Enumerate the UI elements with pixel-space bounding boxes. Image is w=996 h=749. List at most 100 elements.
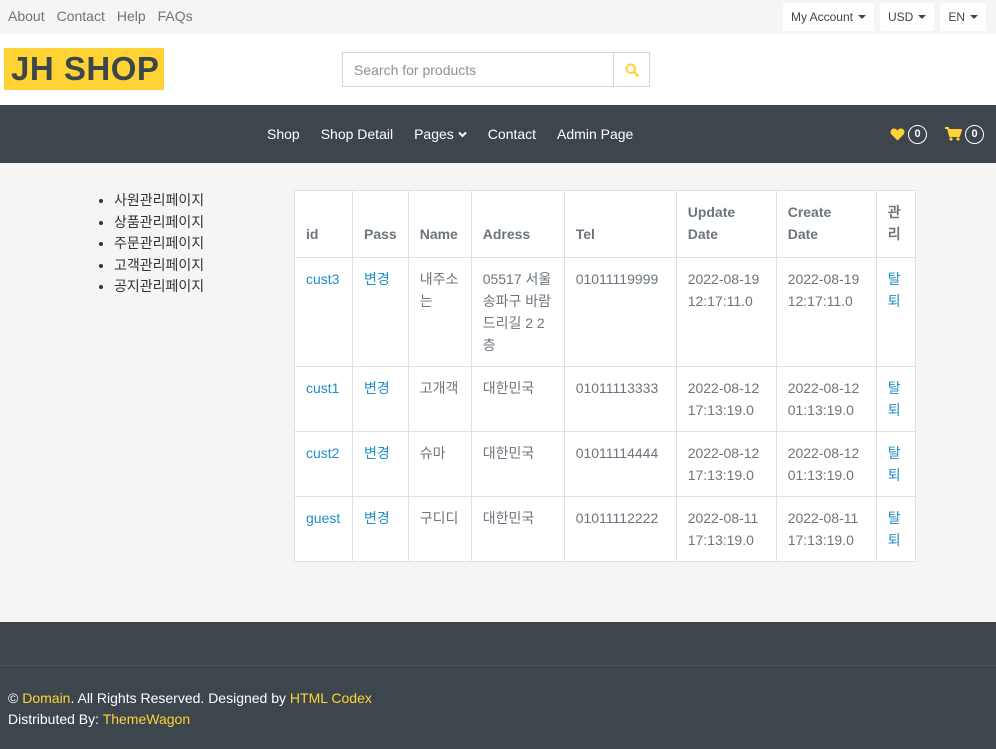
copyright-symbol: © [8,690,19,706]
cart-count-badge: 0 [965,124,984,144]
col-header-tel: Tel [563,190,677,258]
create-date: 2022-08-12 01:13:19.0 [775,366,877,432]
withdraw-link[interactable]: 탈퇴 [875,496,916,562]
update-date: 2022-08-12 17:13:19.0 [675,366,777,432]
customer-address: 대한민국 [470,431,565,497]
customer-tel: 01011119999 [563,257,677,367]
help-link[interactable]: Help [117,8,146,24]
faqs-link[interactable]: FAQs [158,8,193,24]
footer-line-2: Distributed By: ThemeWagon [8,709,372,730]
customer-table: id Pass Name Adress Tel Update Date Crea… [294,190,916,562]
admin-sidebar: 사원관리페이지 상품관리페이지 주문관리페이지 고객관리페이지 공지관리페이지 [96,190,204,298]
top-bar: About Contact Help FAQs My Account USD E… [0,0,996,34]
table-row: cust2 변경 슈마 대한민국 01011114444 2022-08-12 … [294,431,916,497]
nav-icons: 0 0 [890,105,984,163]
my-account-label: My Account [790,10,853,24]
nav-shop-detail[interactable]: Shop Detail [321,126,393,142]
create-date: 2022-08-11 17:13:19.0 [775,496,877,562]
customer-id-link[interactable]: guest [294,496,353,562]
change-password-link[interactable]: 변경 [352,257,409,367]
language-label: EN [948,10,965,24]
nav-admin-page[interactable]: Admin Page [557,126,633,142]
customer-id-link[interactable]: cust3 [294,257,353,367]
col-header-pass: Pass [352,190,409,258]
create-date: 2022-08-12 01:13:19.0 [775,431,877,497]
caret-down-icon [857,15,866,19]
customer-address: 대한민국 [470,366,565,432]
customer-id-link[interactable]: cust2 [294,431,353,497]
footer-line-1: © Domain. All Rights Reserved. Designed … [8,688,372,709]
table-header-row: id Pass Name Adress Tel Update Date Crea… [294,190,916,258]
shop-logo[interactable]: JH SHOP [4,48,164,90]
withdraw-link[interactable]: 탈퇴 [875,366,916,432]
sidebar-item-employee[interactable]: 사원관리페이지 [114,190,204,212]
col-header-id: id [294,190,353,258]
update-date: 2022-08-19 12:17:11.0 [675,257,777,367]
footer: © Domain. All Rights Reserved. Designed … [0,622,996,749]
customer-name: 구디디 [407,496,472,562]
domain-link[interactable]: Domain [22,690,70,706]
search-form [342,52,650,87]
distributed-text: Distributed By: [8,711,100,727]
themewagon-link[interactable]: ThemeWagon [103,711,190,727]
col-header-update-date: Update Date [675,190,777,258]
col-header-address: Adress [470,190,565,258]
withdraw-link[interactable]: 탈퇴 [875,431,916,497]
col-header-create-date: Create Date [775,190,877,258]
caret-down-icon [918,15,927,19]
customer-tel: 01011112222 [563,496,677,562]
change-password-link[interactable]: 변경 [352,496,409,562]
contact-link[interactable]: Contact [57,8,105,24]
footer-copyright: © Domain. All Rights Reserved. Designed … [8,688,372,730]
nav-pages[interactable]: Pages [414,126,467,142]
caret-down-icon [970,15,978,19]
heart-icon [890,128,905,141]
sidebar-item-customer[interactable]: 고객관리페이지 [114,255,204,277]
top-dropdowns: My Account USD EN [782,3,986,31]
search-input[interactable] [342,52,613,87]
wishlist-button[interactable]: 0 [890,124,927,144]
update-date: 2022-08-11 17:13:19.0 [675,496,777,562]
customer-name: 내주소는 [407,257,472,367]
header: JH SHOP [0,34,996,105]
nav-shop[interactable]: Shop [267,126,300,142]
update-date: 2022-08-12 17:13:19.0 [675,431,777,497]
col-header-manage: 관리 [875,190,916,258]
nav-links: Shop Shop Detail Pages Contact Admin Pag… [267,105,654,163]
customer-address: 대한민국 [470,496,565,562]
change-password-link[interactable]: 변경 [352,366,409,432]
wishlist-count-badge: 0 [908,124,927,144]
cart-icon [945,127,962,141]
withdraw-link[interactable]: 탈퇴 [875,257,916,367]
col-header-name: Name [407,190,472,258]
table-row: cust1 변경 고개객 대한민국 01011113333 2022-08-12… [294,366,916,432]
sidebar-item-notice[interactable]: 공지관리페이지 [114,276,204,298]
search-button[interactable] [613,52,650,87]
sidebar-item-product[interactable]: 상품관리페이지 [114,212,204,234]
customer-name: 슈마 [407,431,472,497]
html-codex-link[interactable]: HTML Codex [290,690,372,706]
customer-tel: 01011113333 [563,366,677,432]
create-date: 2022-08-19 12:17:11.0 [775,257,877,367]
top-links: About Contact Help FAQs [8,8,205,24]
cart-button[interactable]: 0 [945,124,984,144]
main-nav: Shop Shop Detail Pages Contact Admin Pag… [0,105,996,163]
my-account-dropdown[interactable]: My Account [782,3,874,31]
nav-pages-label: Pages [414,126,454,142]
currency-dropdown[interactable]: USD [879,3,935,31]
table-row: guest 변경 구디디 대한민국 01011112222 2022-08-11… [294,496,916,562]
currency-label: USD [887,10,914,24]
nav-contact[interactable]: Contact [488,126,536,142]
chevron-down-icon [458,131,467,137]
table-row: cust3 변경 내주소는 05517 서울 송파구 바람드리길 2 2층 01… [294,257,916,367]
rights-text: . All Rights Reserved. Designed by [70,690,287,706]
change-password-link[interactable]: 변경 [352,431,409,497]
footer-divider [0,665,996,666]
customer-id-link[interactable]: cust1 [294,366,353,432]
sidebar-item-order[interactable]: 주문관리페이지 [114,233,204,255]
search-icon [625,63,639,77]
customer-address: 05517 서울 송파구 바람드리길 2 2층 [470,257,565,367]
about-link[interactable]: About [8,8,45,24]
customer-name: 고개객 [407,366,472,432]
language-dropdown[interactable]: EN [940,3,986,31]
